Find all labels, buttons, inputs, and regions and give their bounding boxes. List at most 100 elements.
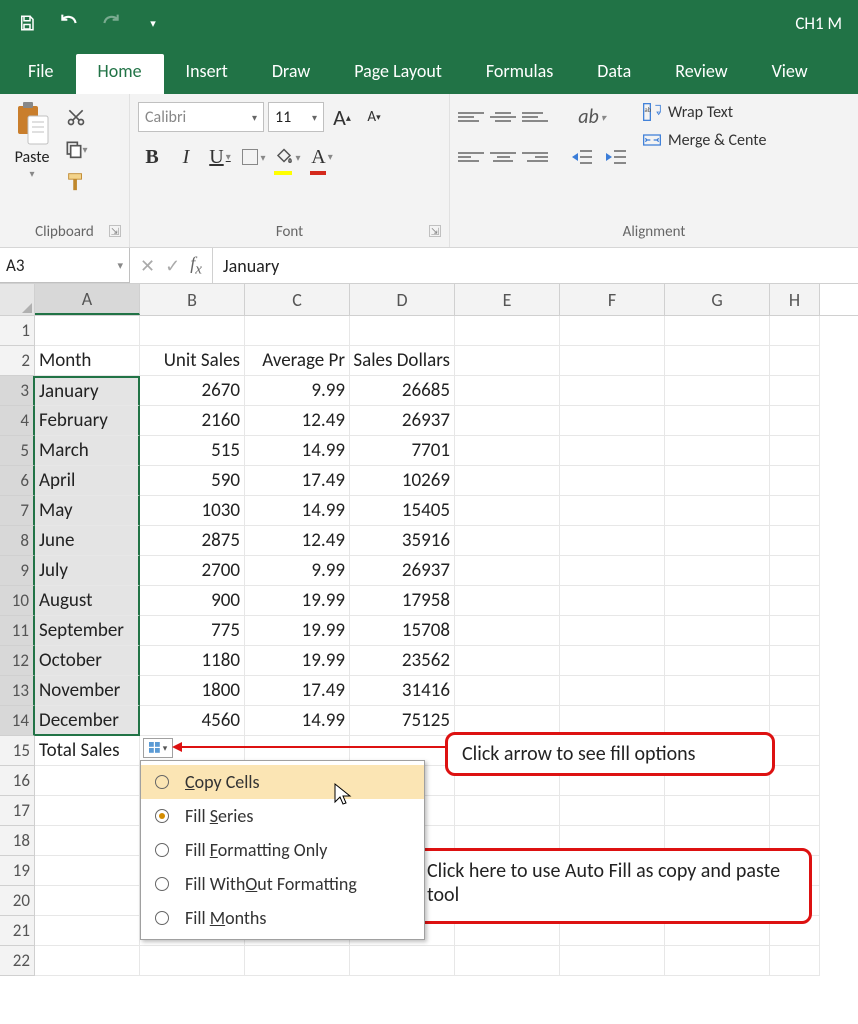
cell[interactable]: 775 (140, 616, 245, 646)
cell[interactable] (770, 526, 820, 556)
cell[interactable] (560, 796, 665, 826)
cell[interactable]: 2700 (140, 556, 245, 586)
cell[interactable] (455, 466, 560, 496)
cell[interactable] (665, 796, 770, 826)
cell[interactable] (455, 646, 560, 676)
row-header[interactable]: 11 (0, 616, 35, 646)
cell[interactable] (455, 676, 560, 706)
fill-color-button[interactable] (274, 142, 302, 172)
row-header[interactable]: 3 (0, 376, 35, 406)
row-header[interactable]: 18 (0, 826, 35, 856)
cell[interactable] (770, 736, 820, 766)
cell[interactable] (350, 316, 455, 346)
increase-indent-icon[interactable] (602, 142, 630, 172)
paste-icon[interactable] (12, 102, 52, 146)
cell[interactable] (770, 766, 820, 796)
cell[interactable] (35, 856, 140, 886)
tab-insert[interactable]: Insert (164, 50, 250, 94)
cell[interactable] (455, 616, 560, 646)
cell[interactable]: 14.99 (245, 496, 350, 526)
column-header[interactable]: F (560, 284, 665, 315)
cell[interactable] (560, 496, 665, 526)
row-header[interactable]: 2 (0, 346, 35, 376)
cell[interactable]: 4560 (140, 706, 245, 736)
enter-formula-icon[interactable]: ✓ (165, 255, 180, 277)
cell[interactable]: 19.99 (245, 616, 350, 646)
tab-page-layout[interactable]: Page Layout (332, 50, 464, 94)
decrease-font-icon[interactable]: A▾ (360, 102, 388, 132)
cell[interactable] (455, 406, 560, 436)
cell[interactable]: 2160 (140, 406, 245, 436)
column-header[interactable]: A (35, 284, 140, 315)
merge-center-button[interactable]: Merge & Cente (642, 130, 766, 150)
column-header[interactable]: G (665, 284, 770, 315)
align-middle-icon[interactable] (490, 107, 516, 127)
tab-home[interactable]: Home (76, 54, 164, 94)
paste-dropdown-icon[interactable]: ▾ (29, 167, 34, 180)
increase-font-icon[interactable]: A▴ (328, 102, 356, 132)
cell[interactable]: 26937 (350, 556, 455, 586)
cell[interactable]: August (35, 586, 140, 616)
row-header[interactable]: 21 (0, 916, 35, 946)
cell[interactable] (770, 646, 820, 676)
cell[interactable] (665, 646, 770, 676)
row-header[interactable]: 5 (0, 436, 35, 466)
font-name-combo[interactable]: Calibri▾ (138, 102, 264, 132)
orientation-icon[interactable]: ab (578, 102, 606, 132)
cell[interactable]: February (35, 406, 140, 436)
cell[interactable] (560, 346, 665, 376)
select-all-corner[interactable] (0, 284, 35, 315)
cell[interactable]: 12.49 (245, 406, 350, 436)
cell[interactable] (455, 586, 560, 616)
row-header[interactable]: 22 (0, 946, 35, 976)
cell[interactable] (140, 316, 245, 346)
undo-icon[interactable] (48, 4, 90, 42)
customize-qa-dropdown[interactable]: ▾ (132, 4, 174, 42)
cell[interactable] (665, 616, 770, 646)
cell[interactable] (665, 376, 770, 406)
cell[interactable]: 35916 (350, 526, 455, 556)
cell[interactable] (770, 946, 820, 976)
cell[interactable]: May (35, 496, 140, 526)
cell[interactable]: Unit Sales (140, 346, 245, 376)
cell[interactable] (770, 796, 820, 826)
cell[interactable]: 19.99 (245, 586, 350, 616)
cell[interactable] (245, 946, 350, 976)
align-bottom-icon[interactable] (522, 107, 548, 127)
cell[interactable] (770, 436, 820, 466)
cell[interactable] (665, 436, 770, 466)
cell[interactable]: Total Sales (35, 736, 140, 766)
cell[interactable] (560, 466, 665, 496)
cell[interactable] (140, 946, 245, 976)
align-top-icon[interactable] (458, 107, 484, 127)
cell[interactable]: June (35, 526, 140, 556)
row-header[interactable]: 9 (0, 556, 35, 586)
cell[interactable]: 9.99 (245, 556, 350, 586)
cell[interactable] (665, 946, 770, 976)
tab-review[interactable]: Review (653, 50, 749, 94)
cell[interactable] (770, 376, 820, 406)
cell[interactable]: 31416 (350, 676, 455, 706)
cell[interactable] (560, 586, 665, 616)
cell[interactable] (770, 586, 820, 616)
row-header[interactable]: 13 (0, 676, 35, 706)
clipboard-launcher-icon[interactable]: ⇲ (109, 225, 121, 237)
cell[interactable] (35, 766, 140, 796)
cell[interactable] (560, 376, 665, 406)
cell[interactable]: 26937 (350, 406, 455, 436)
autofill-without-formatting[interactable]: Fill WithOut Formatting (141, 867, 424, 901)
cell[interactable] (770, 706, 820, 736)
row-header[interactable]: 14 (0, 706, 35, 736)
cell[interactable]: 1180 (140, 646, 245, 676)
cell[interactable]: July (35, 556, 140, 586)
cell[interactable]: November (35, 676, 140, 706)
cell[interactable] (560, 436, 665, 466)
cell[interactable] (665, 346, 770, 376)
cancel-formula-icon[interactable]: ✕ (140, 255, 155, 277)
cell[interactable] (560, 616, 665, 646)
cell[interactable]: 900 (140, 586, 245, 616)
row-header[interactable]: 7 (0, 496, 35, 526)
cell[interactable]: Sales Dollars (350, 346, 455, 376)
cell[interactable]: 26685 (350, 376, 455, 406)
column-header[interactable]: D (350, 284, 455, 315)
